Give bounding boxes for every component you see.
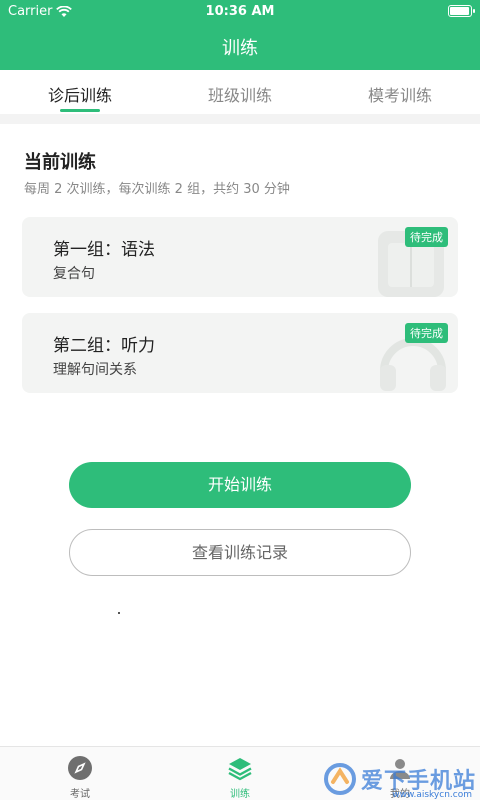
tab-class-training[interactable]: 班级训练 — [160, 70, 320, 114]
card-title: 第二组：听力 — [53, 336, 155, 356]
watermark-logo-icon — [323, 763, 356, 795]
status-bar: Carrier 10:36 AM — [0, 0, 480, 24]
tab-mock-exam[interactable]: 模考训练 — [320, 70, 480, 114]
watermark-url: www.aiskycn.com — [392, 790, 472, 800]
training-card-listening[interactable]: 第二组：听力 理解句间关系 待完成 — [22, 313, 458, 393]
section-title: 当前训练 — [24, 152, 96, 173]
status-badge: 待完成 — [405, 323, 448, 343]
compass-icon — [68, 756, 92, 780]
section-description: 每周 2 次训练，每次训练 2 组，共约 30 分钟 — [24, 182, 290, 197]
battery-level — [450, 7, 469, 15]
training-card-grammar[interactable]: 第一组：语法 复合句 待完成 — [22, 217, 458, 297]
status-time: 10:36 AM — [205, 4, 275, 19]
view-history-button[interactable]: 查看训练记录 — [69, 529, 411, 576]
bottom-tab-training[interactable]: 训练 — [160, 747, 320, 800]
card-subtitle: 理解句间关系 — [53, 362, 137, 378]
app-header: Carrier 10:36 AM 训练 — [0, 0, 480, 70]
layers-icon — [228, 758, 252, 781]
card-title: 第一组：语法 — [53, 240, 155, 260]
battery-icon — [448, 5, 475, 17]
page-title: 训练 — [222, 38, 258, 59]
status-badge: 待完成 — [405, 227, 448, 247]
stray-dot — [118, 612, 120, 614]
bottom-tab-label: 训练 — [230, 789, 250, 800]
start-training-button[interactable]: 开始训练 — [69, 462, 411, 508]
tab-post-diagnosis[interactable]: 诊后训练 — [0, 70, 160, 114]
bottom-tab-label: 考试 — [70, 789, 90, 800]
card-subtitle: 复合句 — [53, 266, 95, 282]
bottom-tab-exam[interactable]: 考试 — [0, 747, 160, 800]
section-divider — [0, 114, 480, 124]
training-tabs: 诊后训练 班级训练 模考训练 — [0, 70, 480, 114]
